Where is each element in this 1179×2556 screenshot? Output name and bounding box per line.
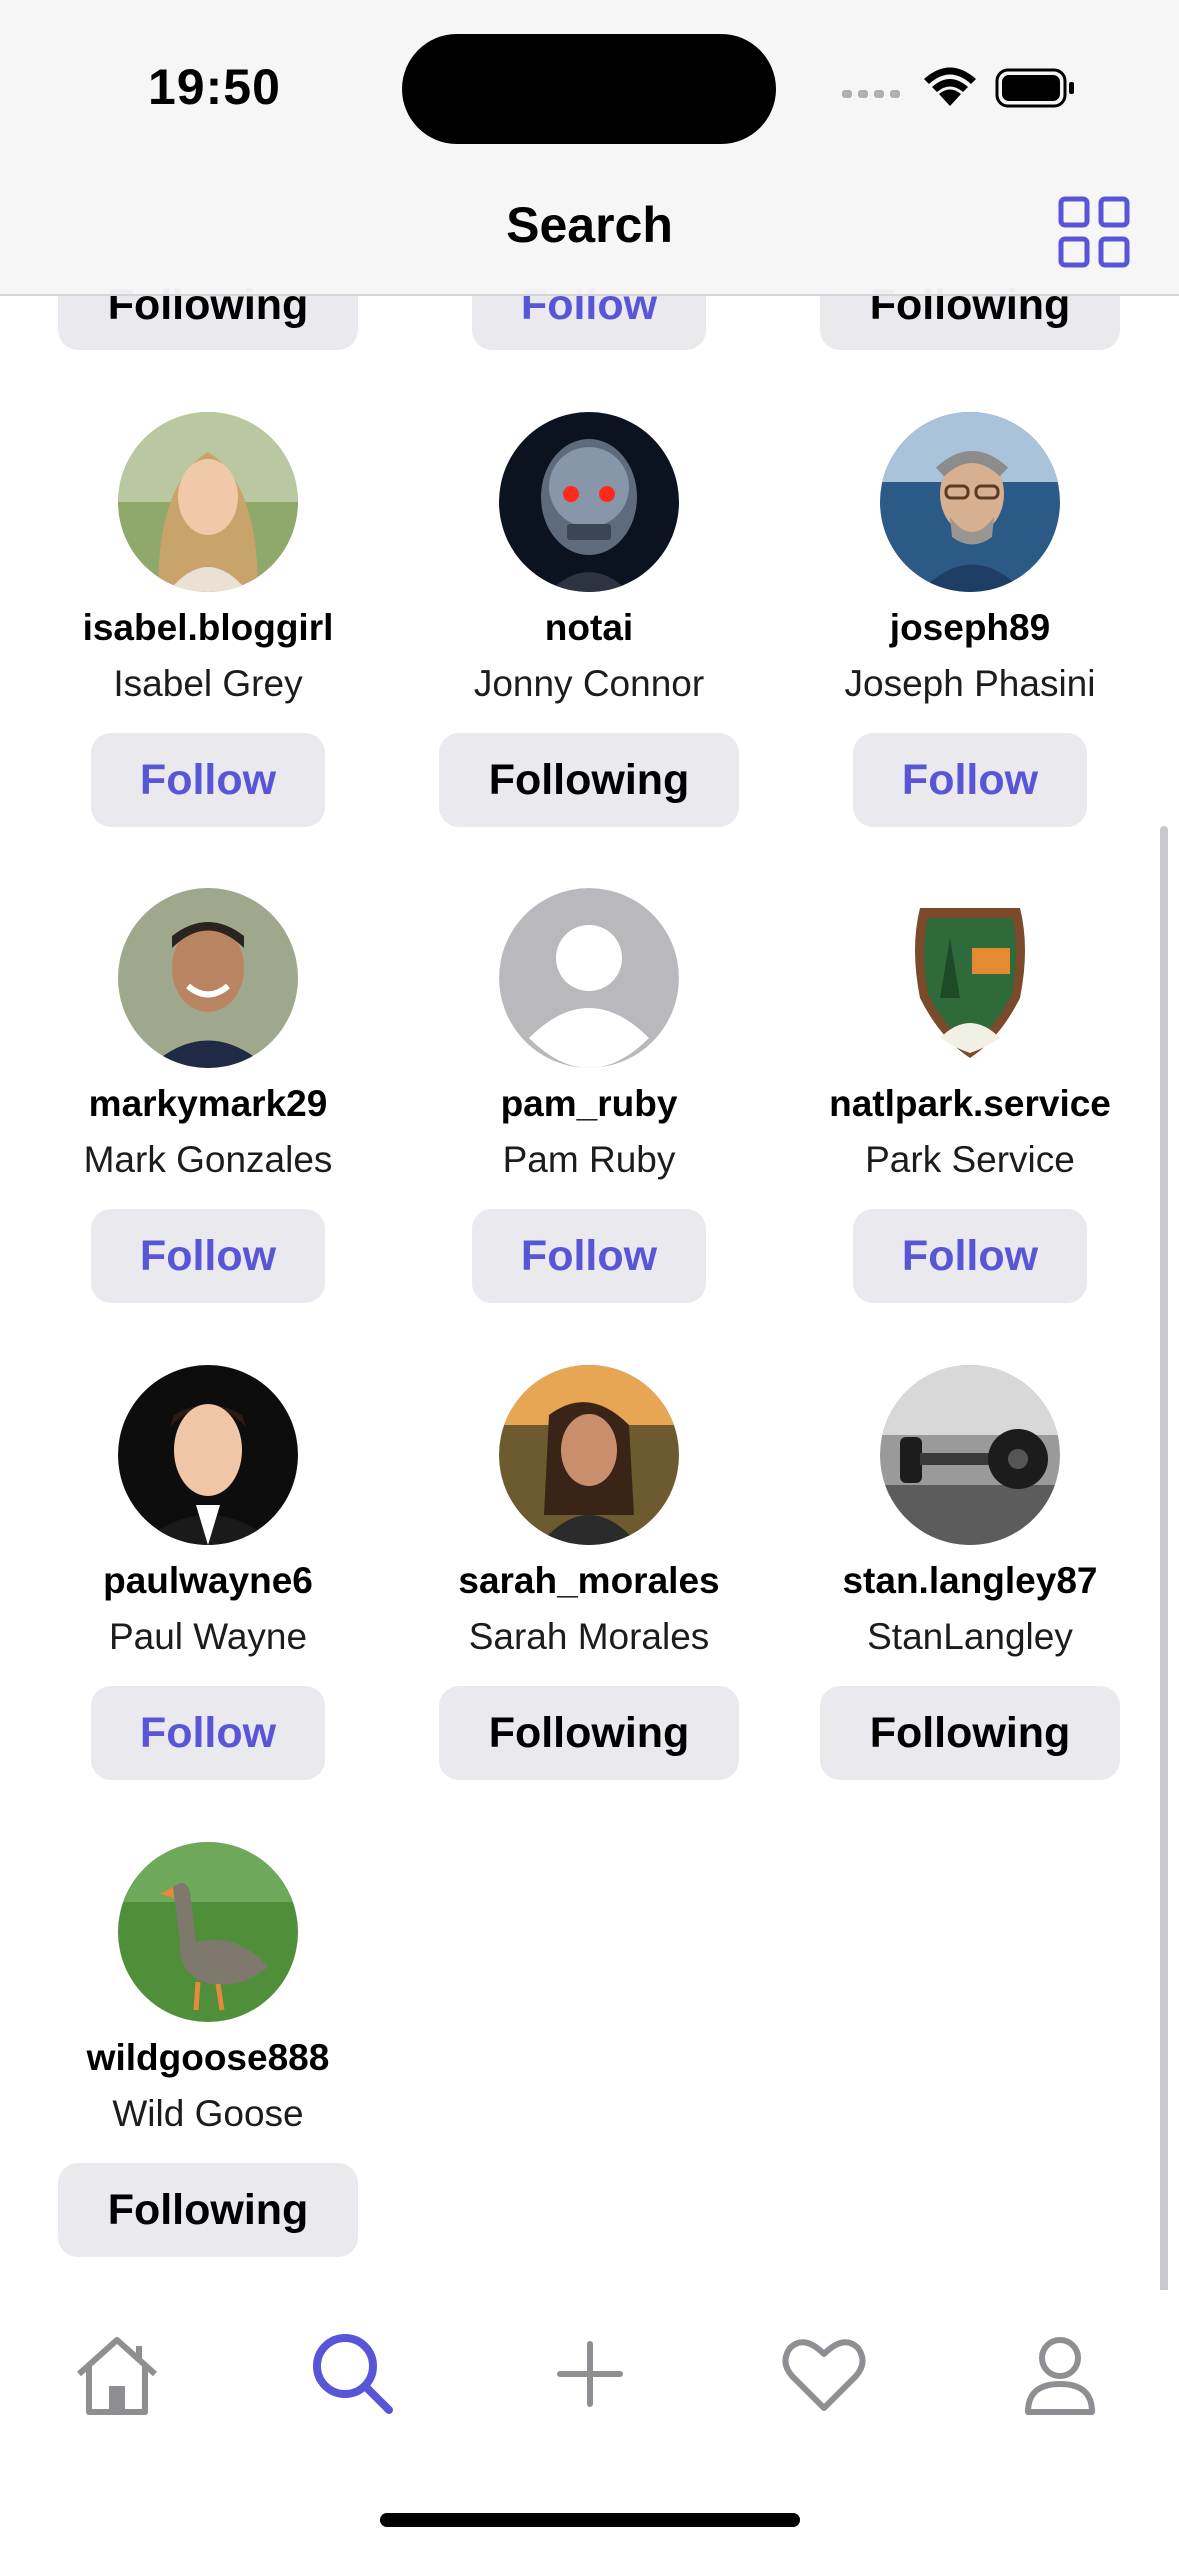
avatar[interactable] [118,888,298,1068]
avatar[interactable] [880,412,1060,592]
avatar[interactable] [499,1365,679,1545]
navigation-bar: 19:50 Search [0,0,1179,296]
display-name: Pam Ruby [502,1139,676,1180]
avatar[interactable] [118,1842,298,2022]
display-name: Wild Goose [112,2093,304,2134]
scrollbar[interactable] [1160,826,1168,2296]
default-person-icon[interactable] [499,888,679,1068]
display-name: Isabel Grey [113,663,303,704]
display-name: Sarah Morales [468,1616,710,1657]
follow-button[interactable]: Follow [853,1209,1087,1303]
username: pam_ruby [500,1083,678,1124]
park-service-badge-icon[interactable] [880,888,1060,1068]
plus-icon[interactable] [540,2324,640,2424]
avatar[interactable] [880,1365,1060,1545]
home-icon[interactable] [67,2324,167,2424]
username: stan.langley87 [842,1560,1098,1601]
follow-button[interactable]: Follow [91,1686,325,1780]
wifi-icon [924,67,976,106]
dynamic-island [402,34,776,144]
search-icon[interactable] [303,2324,403,2424]
avatar[interactable] [499,412,679,592]
battery-icon [995,68,1074,108]
display-name: Joseph Phasini [844,663,1096,704]
display-name: Jonny Connor [473,663,705,704]
status-time: 19:50 [148,59,281,115]
following-button[interactable]: Following [820,1686,1120,1780]
follow-button[interactable]: Follow [472,1209,706,1303]
following-button[interactable]: Following [58,2163,358,2257]
avatar[interactable] [118,412,298,592]
username: wildgoose888 [86,2037,330,2078]
profile-icon[interactable] [1010,2324,1110,2424]
display-name: StanLangley [867,1616,1073,1657]
avatar[interactable] [118,1365,298,1545]
display-name: Park Service [865,1139,1075,1180]
username: natlpark.service [829,1083,1111,1124]
home-indicator[interactable] [380,2513,800,2527]
follow-button[interactable]: Follow [853,733,1087,827]
username: sarah_morales [458,1560,720,1601]
user-grid[interactable]: Following Follow Following isabel.bloggi… [0,0,1179,2556]
follow-button[interactable]: Follow [91,733,325,827]
display-name: Paul Wayne [108,1616,308,1657]
username: isabel.bloggirl [82,607,334,648]
heart-icon[interactable] [774,2324,874,2424]
following-button[interactable]: Following [439,1686,739,1780]
page-title: Search [506,197,673,253]
grid-icon[interactable] [1058,196,1130,268]
username: markymark29 [88,1083,328,1124]
username: notai [544,607,634,648]
following-button[interactable]: Following [439,733,739,827]
username: joseph89 [889,607,1051,648]
follow-button[interactable]: Follow [91,1209,325,1303]
display-name: Mark Gonzales [83,1139,333,1180]
username: paulwayne6 [103,1560,313,1601]
cellular-signal-icon [842,90,900,98]
status-icons [842,60,1082,116]
